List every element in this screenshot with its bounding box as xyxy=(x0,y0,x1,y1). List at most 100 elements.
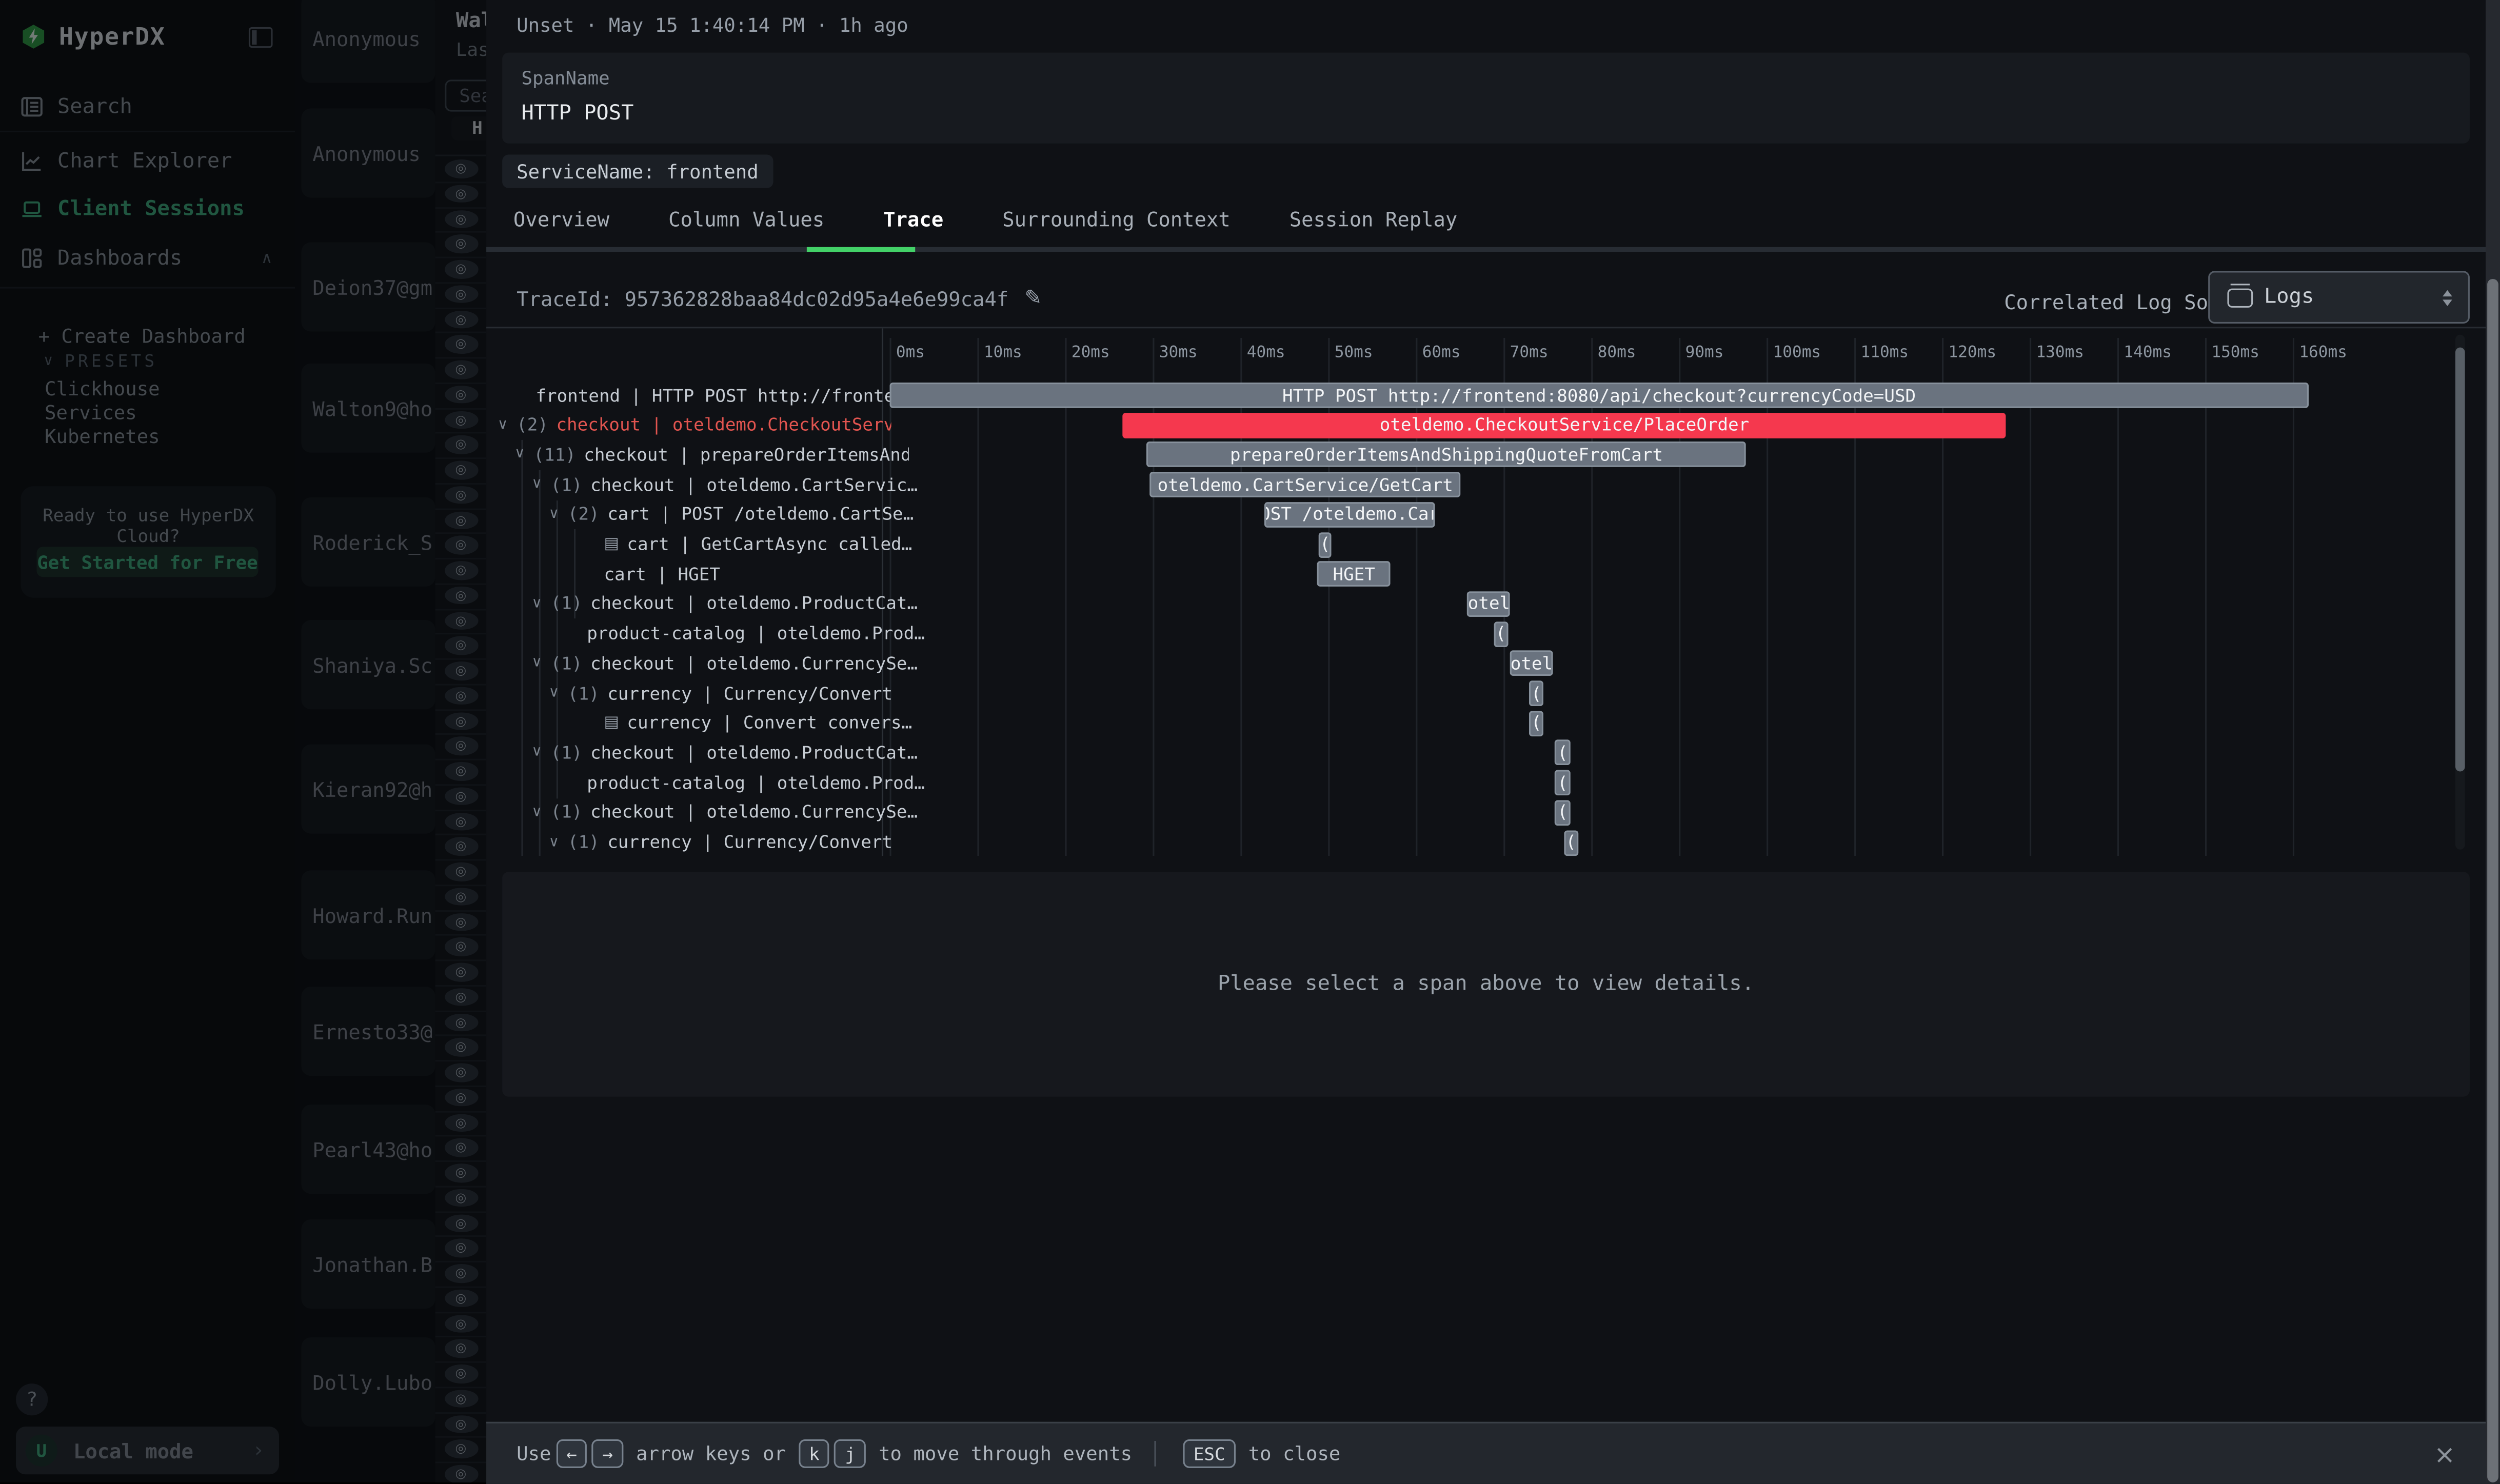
span-bar[interactable]: ( xyxy=(1555,800,1570,826)
trace-tree-row[interactable]: ∨(11)checkout | prepareOrderItemsAnd… xyxy=(486,444,908,466)
arrow-right-key: → xyxy=(592,1439,623,1468)
trace-id: TraceId: 957362828baa84dc02d95a4e6e99ca4… xyxy=(517,287,1008,311)
log-doc-icon: ▤ xyxy=(604,535,619,553)
active-tab-underline xyxy=(807,247,915,252)
span-bar[interactable]: otel xyxy=(1467,591,1511,617)
chevron-down-icon: ∨ xyxy=(549,507,568,523)
span-bar[interactable]: oteldemo.CheckoutService/PlaceOrder xyxy=(1123,412,2006,438)
axis-tick-label: 110ms xyxy=(1861,344,1909,362)
waterfall-scrollbar-thumb xyxy=(2455,348,2465,772)
chevron-down-icon: ∨ xyxy=(531,596,550,612)
trace-tree-row[interactable]: ∨(1)checkout | oteldemo.ProductCat… xyxy=(486,593,925,615)
span-bar[interactable]: ( xyxy=(1564,830,1578,855)
trace-tree-row[interactable]: ∨(1)checkout | oteldemo.CartServic… xyxy=(486,473,925,496)
axis-tick-label: 80ms xyxy=(1598,344,1636,362)
axis-tick-label: 40ms xyxy=(1247,344,1285,362)
trace-tree-row[interactable]: ∨(1)checkout | oteldemo.ProductCat… xyxy=(486,742,925,765)
select-caret-icon xyxy=(2443,289,2452,305)
page-scrollbar[interactable] xyxy=(2486,0,2500,1482)
axis-tick-label: 50ms xyxy=(1335,344,1373,362)
axis-tick-label: 20ms xyxy=(1072,344,1110,362)
chevron-down-icon: ∨ xyxy=(498,417,517,433)
tab-overview[interactable]: Overview xyxy=(513,207,609,250)
axis-tick-label: 0ms xyxy=(896,344,925,362)
gridline xyxy=(2117,338,2119,856)
span-name-value: HTTP POST xyxy=(521,102,633,126)
axis-tick-label: 130ms xyxy=(2036,344,2084,362)
span-bar[interactable]: prepareOrderItemsAndShippingQuoteFromCar… xyxy=(1146,442,1746,468)
tab-surrounding-context[interactable]: Surrounding Context xyxy=(1002,207,1231,250)
trace-tree-row[interactable]: ▤currency | Convert convers… xyxy=(486,712,998,734)
divider xyxy=(1155,1441,1156,1467)
trace-tree-row[interactable]: cart | HGET xyxy=(486,563,998,586)
span-bar[interactable]: ( xyxy=(1529,680,1544,706)
tab-underline-track xyxy=(486,247,2500,252)
event-meta: Unset · May 15 1:40:14 PM · 1h ago xyxy=(517,14,908,37)
axis-tick-label: 150ms xyxy=(2211,344,2259,362)
span-bar[interactable]: ( xyxy=(1494,621,1507,647)
gridline xyxy=(2293,338,2294,856)
axis-tick-label: 10ms xyxy=(984,344,1022,362)
trace-modal: Unset · May 15 1:40:14 PM · 1h ago SpanN… xyxy=(486,0,2500,1482)
span-details-placeholder: Please select a span above to view detai… xyxy=(502,872,2470,1096)
axis-tick-label: 160ms xyxy=(2299,344,2347,362)
chevron-down-icon: ∨ xyxy=(549,834,568,850)
trace-waterfall: 0ms 10ms 20ms 30ms 40ms 50ms 60ms 70ms 80ms 90ms 1… xyxy=(486,328,2500,856)
axis-tick-label: 70ms xyxy=(1510,344,1549,362)
axis-tick-label: 140ms xyxy=(2124,344,2172,362)
span-bar[interactable]: otel xyxy=(1511,651,1553,676)
axis-tick-label: 30ms xyxy=(1159,344,1198,362)
span-name-card: SpanName HTTP POST xyxy=(502,53,2470,144)
k-key: k xyxy=(799,1439,830,1468)
axis-tick-label: 90ms xyxy=(1685,344,1724,362)
span-bar[interactable]: ( xyxy=(1555,740,1570,766)
modal-footer: Use ← → arrow keys or k j to move throug… xyxy=(486,1422,2500,1484)
tab-session-replay[interactable]: Session Replay xyxy=(1289,207,1458,250)
axis-tick-label: 100ms xyxy=(1773,344,1821,362)
span-bar[interactable]: HGET xyxy=(1318,561,1391,587)
axis-tick-label: 120ms xyxy=(1948,344,1996,362)
tab-column-values[interactable]: Column Values xyxy=(668,207,824,250)
log-source-select[interactable]: Logs xyxy=(2208,271,2470,324)
log-doc-icon: ▤ xyxy=(604,714,619,732)
waterfall-scrollbar[interactable] xyxy=(2455,335,2465,850)
edit-pencil-icon[interactable]: ✎ xyxy=(1024,287,1042,311)
gridline xyxy=(2030,338,2031,856)
trace-tree-row[interactable]: ∨(2)checkout | oteldemo.CheckoutServic… xyxy=(486,414,891,436)
j-key: j xyxy=(835,1439,866,1468)
axis-tick-label: 60ms xyxy=(1422,344,1461,362)
chevron-down-icon: ∨ xyxy=(531,805,550,820)
trace-tree-row[interactable]: ∨(1)checkout | oteldemo.CurrencySe… xyxy=(486,652,925,675)
trace-tree-row[interactable]: ∨(1)currency | Currency/Convert xyxy=(486,831,942,854)
trace-tree-row[interactable]: product-catalog | oteldemo.Prod… xyxy=(486,623,981,645)
page-scrollbar-thumb xyxy=(2487,279,2498,1482)
trace-tree-row[interactable]: product-catalog | oteldemo.Prod… xyxy=(486,772,981,794)
chevron-down-icon: ∨ xyxy=(514,447,533,463)
gridline xyxy=(2205,338,2207,856)
tab-bar: Overview Column Values Trace Surrounding Co… xyxy=(513,207,1457,250)
chevron-down-icon: ∨ xyxy=(531,655,550,671)
trace-tree-row[interactable]: ∨(2)cart | POST /oteldemo.CartSe… xyxy=(486,504,942,526)
trace-tree-row[interactable]: ▤cart | GetCartAsync called… xyxy=(486,533,998,556)
logs-icon xyxy=(2227,288,2253,307)
service-name-chip[interactable]: ServiceName: frontend xyxy=(502,155,773,188)
span-bar[interactable]: POST /oteldemo.Cart xyxy=(1264,502,1435,528)
span-bar[interactable]: oteldemo.CartService/GetCart xyxy=(1150,472,1460,497)
chevron-down-icon: ∨ xyxy=(531,745,550,761)
span-bar[interactable]: ( xyxy=(1555,770,1570,796)
modal-backdrop[interactable] xyxy=(0,0,486,1482)
trace-tree-row[interactable]: frontend | HTTP POST http://frontend:… xyxy=(486,384,929,407)
trace-tree-row[interactable]: ∨(1)currency | Currency/Convert xyxy=(486,682,942,705)
gridline xyxy=(1065,338,1066,856)
tab-trace[interactable]: Trace xyxy=(883,207,943,250)
span-bar[interactable]: ( xyxy=(1529,710,1544,736)
esc-key: ESC xyxy=(1183,1439,1236,1468)
chevron-down-icon: ∨ xyxy=(549,686,568,701)
span-bar[interactable]: ( xyxy=(1318,532,1332,557)
chevron-down-icon: ∨ xyxy=(531,477,550,493)
arrow-left-key: ← xyxy=(556,1439,587,1468)
trace-tree-row[interactable]: ∨(1)checkout | oteldemo.CurrencySe… xyxy=(486,801,925,824)
app-root: HyperDX Search Chart Explorer Client Ses… xyxy=(0,0,2500,1482)
span-bar[interactable]: HTTP POST http://frontend:8080/api/check… xyxy=(889,383,2308,408)
close-icon[interactable]: × xyxy=(2434,1438,2455,1469)
